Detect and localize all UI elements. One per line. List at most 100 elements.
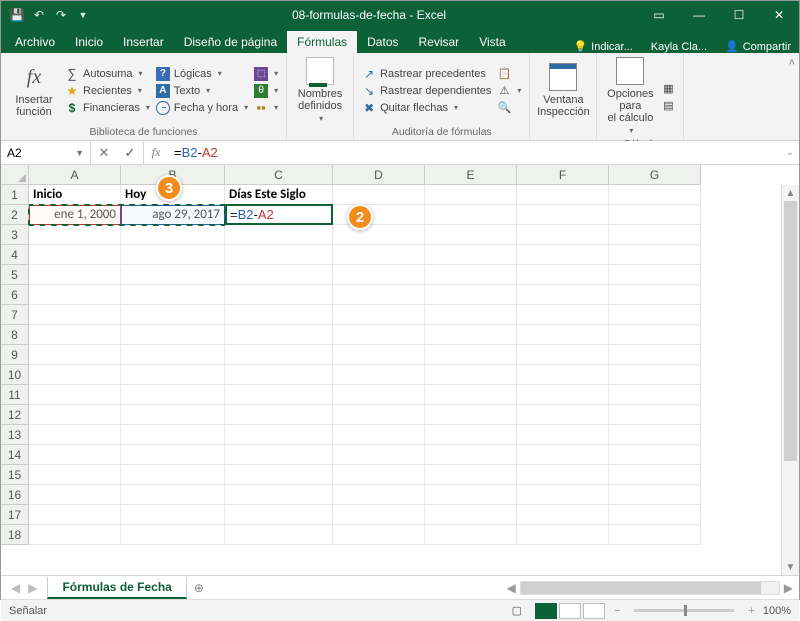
- cell-A17[interactable]: [29, 505, 121, 525]
- logical-button[interactable]: ?Lógicas: [156, 67, 248, 81]
- cell-F10[interactable]: [517, 365, 609, 385]
- cell-E3[interactable]: [425, 225, 517, 245]
- cell-G3[interactable]: [609, 225, 701, 245]
- cell-G15[interactable]: [609, 465, 701, 485]
- sheet-tab-active[interactable]: Fórmulas de Fecha: [47, 577, 186, 599]
- tab-archivo[interactable]: Archivo: [5, 31, 65, 53]
- cell-B10[interactable]: [121, 365, 225, 385]
- minimize-icon[interactable]: —: [679, 1, 719, 29]
- cell-A16[interactable]: [29, 485, 121, 505]
- cell-C18[interactable]: [225, 525, 333, 545]
- cell-G11[interactable]: [609, 385, 701, 405]
- cell-E14[interactable]: [425, 445, 517, 465]
- trace-dependents-button[interactable]: ↘Rastrear dependientes: [362, 84, 491, 98]
- cell-E6[interactable]: [425, 285, 517, 305]
- row-header[interactable]: 3: [1, 225, 29, 245]
- scroll-up-icon[interactable]: ▲: [782, 185, 799, 201]
- cell-E1[interactable]: [425, 185, 517, 205]
- lookup-button[interactable]: ⬚: [254, 67, 278, 81]
- text-button[interactable]: ATexto: [156, 84, 248, 98]
- collapse-ribbon-icon[interactable]: ˄: [789, 57, 795, 69]
- col-header-D[interactable]: D: [333, 165, 425, 185]
- col-header-A[interactable]: A: [29, 165, 121, 185]
- save-icon[interactable]: 💾: [7, 5, 27, 25]
- row-header[interactable]: 14: [1, 445, 29, 465]
- cell-C17[interactable]: [225, 505, 333, 525]
- cell-F17[interactable]: [517, 505, 609, 525]
- cell-A1[interactable]: Inicio: [29, 185, 121, 205]
- row-header[interactable]: 4: [1, 245, 29, 265]
- cell-G5[interactable]: [609, 265, 701, 285]
- cell-G2[interactable]: [609, 205, 701, 225]
- cell-G1[interactable]: [609, 185, 701, 205]
- cell-D4[interactable]: [333, 245, 425, 265]
- ribbon-options-icon[interactable]: ▭: [639, 1, 679, 29]
- sheet-nav-next-icon[interactable]: ▶: [28, 581, 37, 595]
- spreadsheet-grid[interactable]: A B C D E F G 1InicioHoyDías Este Siglo2…: [1, 165, 799, 575]
- cell-D6[interactable]: [333, 285, 425, 305]
- error-check-button[interactable]: ⚠: [497, 84, 521, 98]
- autosum-button[interactable]: ∑Autosuma: [65, 67, 150, 81]
- cell-C8[interactable]: [225, 325, 333, 345]
- tab-vista[interactable]: Vista: [469, 31, 515, 53]
- trace-precedents-button[interactable]: ↗Rastrear precedentes: [362, 67, 491, 81]
- cell-E9[interactable]: [425, 345, 517, 365]
- tab-formulas[interactable]: Fórmulas: [287, 31, 357, 53]
- cell-B18[interactable]: [121, 525, 225, 545]
- cell-D15[interactable]: [333, 465, 425, 485]
- cell-G13[interactable]: [609, 425, 701, 445]
- cell-D1[interactable]: [333, 185, 425, 205]
- name-box-dropdown-icon[interactable]: ▼: [75, 148, 84, 158]
- insert-function-button[interactable]: fx Insertarfunción: [9, 57, 59, 124]
- name-box[interactable]: ▼: [1, 141, 91, 164]
- cell-F18[interactable]: [517, 525, 609, 545]
- cell-E5[interactable]: [425, 265, 517, 285]
- cell-F5[interactable]: [517, 265, 609, 285]
- cell-G4[interactable]: [609, 245, 701, 265]
- cell-G9[interactable]: [609, 345, 701, 365]
- view-layout-button[interactable]: [559, 603, 581, 619]
- cell-B7[interactable]: [121, 305, 225, 325]
- defined-names-button[interactable]: Nombresdefinidos: [295, 57, 345, 124]
- maximize-icon[interactable]: ☐: [719, 1, 759, 29]
- cell-D11[interactable]: [333, 385, 425, 405]
- cell-A18[interactable]: [29, 525, 121, 545]
- name-box-input[interactable]: [7, 146, 67, 160]
- share-button[interactable]: 👤 Compartir: [717, 40, 799, 53]
- cell-D12[interactable]: [333, 405, 425, 425]
- row-header[interactable]: 16: [1, 485, 29, 505]
- record-macro-icon[interactable]: ▢: [512, 604, 522, 617]
- cell-F16[interactable]: [517, 485, 609, 505]
- tab-revisar[interactable]: Revisar: [409, 31, 470, 53]
- zoom-slider[interactable]: [634, 609, 734, 612]
- row-header[interactable]: 15: [1, 465, 29, 485]
- cell-E11[interactable]: [425, 385, 517, 405]
- cell-A14[interactable]: [29, 445, 121, 465]
- financial-button[interactable]: $Financieras: [65, 101, 150, 115]
- cell-C13[interactable]: [225, 425, 333, 445]
- cell-F3[interactable]: [517, 225, 609, 245]
- cell-D5[interactable]: [333, 265, 425, 285]
- row-header[interactable]: 18: [1, 525, 29, 545]
- cell-A4[interactable]: [29, 245, 121, 265]
- calc-sheet-button[interactable]: ▤: [661, 98, 675, 112]
- cell-E17[interactable]: [425, 505, 517, 525]
- row-header[interactable]: 1: [1, 185, 29, 205]
- cell-C6[interactable]: [225, 285, 333, 305]
- cell-G17[interactable]: [609, 505, 701, 525]
- cell-D14[interactable]: [333, 445, 425, 465]
- formula-input[interactable]: =B2-A2: [168, 141, 781, 164]
- tell-me[interactable]: 💡 Indicar...: [565, 40, 640, 53]
- row-header[interactable]: 7: [1, 305, 29, 325]
- row-header[interactable]: 10: [1, 365, 29, 385]
- cell-A10[interactable]: [29, 365, 121, 385]
- cell-C7[interactable]: [225, 305, 333, 325]
- cell-E16[interactable]: [425, 485, 517, 505]
- fx-label-icon[interactable]: fx: [144, 141, 168, 164]
- calc-now-button[interactable]: ▦: [661, 81, 675, 95]
- cell-C9[interactable]: [225, 345, 333, 365]
- cell-F6[interactable]: [517, 285, 609, 305]
- cell-A9[interactable]: [29, 345, 121, 365]
- watch-window-button[interactable]: VentanaInspección: [538, 57, 588, 124]
- row-header[interactable]: 13: [1, 425, 29, 445]
